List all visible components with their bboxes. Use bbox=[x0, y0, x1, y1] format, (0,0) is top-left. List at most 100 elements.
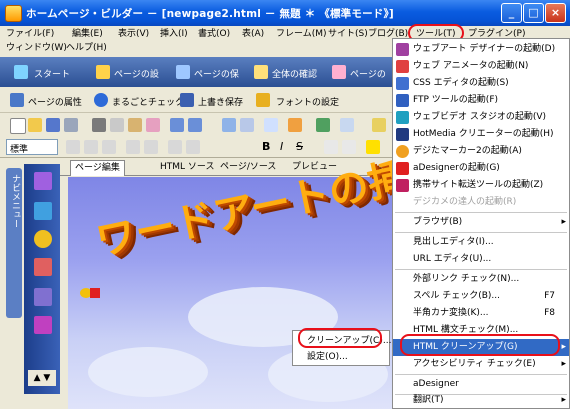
minimize-button[interactable]: _ bbox=[501, 3, 522, 23]
menu-item-mobile-transfer[interactable]: 携帯サイト転送ツールの起動(Z) bbox=[393, 177, 569, 194]
menu-separator bbox=[395, 232, 567, 233]
nav-people-icon[interactable] bbox=[34, 202, 52, 220]
nav-link-icon[interactable] bbox=[34, 230, 52, 248]
nav-icon-panel: ▲ ▼ bbox=[24, 164, 60, 394]
menu-insert[interactable]: 挿入(I) bbox=[160, 26, 188, 39]
menu-item-external-link-check[interactable]: 外部リンク チェック(N)... bbox=[393, 271, 569, 288]
nav-gallery-icon[interactable] bbox=[34, 258, 52, 276]
nav-scroll-arrows[interactable]: ▲ ▼ bbox=[28, 370, 56, 386]
format-painter-icon[interactable] bbox=[146, 118, 160, 132]
animator-icon bbox=[396, 60, 409, 73]
full-check-button[interactable]: まるごとチェック bbox=[112, 95, 184, 108]
ftp-icon bbox=[396, 94, 409, 107]
list-icon[interactable] bbox=[126, 140, 140, 154]
menu-item-browser[interactable]: ブラウザ(B) ▸ bbox=[393, 214, 569, 231]
link-icon[interactable] bbox=[264, 118, 278, 132]
style-select-value: 標準 bbox=[10, 145, 29, 155]
menu-item-spell-check[interactable]: スペル チェック(B)... F7 bbox=[393, 288, 569, 305]
menu-item-heading-editor[interactable]: 見出しエディタ(I)... bbox=[393, 234, 569, 251]
outdent-icon[interactable] bbox=[186, 140, 200, 154]
align-right-icon[interactable] bbox=[102, 140, 116, 154]
start-icon bbox=[14, 65, 28, 79]
align-center-icon[interactable] bbox=[84, 140, 98, 154]
cleanup-settings-item[interactable]: 設定(O)... bbox=[293, 349, 389, 365]
menu-separator bbox=[395, 374, 567, 375]
nav-wizard-icon[interactable] bbox=[34, 172, 52, 190]
menu-item-css-editor[interactable]: CSS エディタの起動(S) bbox=[393, 75, 569, 92]
new-icon[interactable] bbox=[10, 118, 26, 134]
image-icon[interactable] bbox=[222, 118, 236, 132]
style-select[interactable]: 標準 bbox=[6, 139, 58, 155]
menu-item-adesigner[interactable]: aDesigner bbox=[393, 376, 569, 393]
numbered-list-icon[interactable] bbox=[144, 140, 158, 154]
menu-item-adesigner-launch[interactable]: aDesignerの起動(G) bbox=[393, 160, 569, 177]
font-size-up-icon[interactable] bbox=[324, 140, 338, 154]
nav-menu-tab[interactable]: ナビメニュー bbox=[6, 168, 22, 318]
tab-page-edit[interactable]: ページ編集 bbox=[70, 160, 125, 176]
object-icon[interactable] bbox=[288, 118, 302, 132]
menu-item-animator[interactable]: ウェブ アニメータの起動(N) bbox=[393, 58, 569, 75]
html-cleanup-highlight bbox=[400, 334, 560, 356]
menu-item-video[interactable]: ウェブビデオ スタジオの起動(V) bbox=[393, 109, 569, 126]
menu-item-accessibility-check[interactable]: アクセシビリティ チェック(E) ▸ bbox=[393, 356, 569, 373]
print-icon[interactable] bbox=[64, 118, 78, 132]
indent-icon[interactable] bbox=[168, 140, 182, 154]
overwrite-save-button[interactable]: 上書き保存 bbox=[198, 95, 243, 108]
mobile-icon bbox=[396, 179, 409, 192]
overall-check-button[interactable]: 全体の確認 bbox=[272, 67, 317, 80]
menu-file[interactable]: ファイル(F) bbox=[6, 26, 54, 39]
window-title: ホームページ・ビルダー － [newpage2.html － 無題 ＊ 《標準モ… bbox=[26, 8, 394, 20]
bold-icon[interactable]: B bbox=[262, 140, 270, 153]
tab-html-source[interactable]: HTML ソース bbox=[160, 160, 214, 175]
cut-icon[interactable] bbox=[92, 118, 106, 132]
overall-check-icon bbox=[254, 65, 268, 79]
strike-icon[interactable]: S bbox=[296, 140, 303, 153]
save-icon[interactable] bbox=[46, 118, 60, 132]
close-button[interactable]: × bbox=[545, 3, 566, 23]
app-icon bbox=[5, 5, 22, 22]
tab-page-edit-label: ページ編集 bbox=[75, 163, 120, 173]
nav-art-icon[interactable] bbox=[34, 288, 52, 306]
cleanup-highlight bbox=[298, 328, 382, 348]
menu-item-url-editor[interactable]: URL エディタ(U)... bbox=[393, 251, 569, 268]
menu-frame[interactable]: フレーム(M) bbox=[276, 26, 327, 39]
layout-icon[interactable] bbox=[340, 118, 354, 132]
font-size-down-icon[interactable] bbox=[342, 140, 356, 154]
redo-icon[interactable] bbox=[188, 118, 202, 132]
menu-item-ftp[interactable]: FTP ツールの起動(F) bbox=[393, 92, 569, 109]
copy-icon[interactable] bbox=[110, 118, 124, 132]
font-settings-button[interactable]: フォントの設定 bbox=[276, 95, 339, 108]
menu-help[interactable]: ヘルプ(H) bbox=[66, 40, 107, 53]
nav-template-icon[interactable] bbox=[34, 316, 52, 334]
page-setup-button[interactable]: ページの設 bbox=[114, 67, 159, 80]
menu-item-translate[interactable]: 翻訳(T) ▸ bbox=[393, 392, 569, 409]
align-left-icon[interactable] bbox=[66, 140, 80, 154]
marker-tool-icon[interactable] bbox=[372, 118, 386, 132]
full-check-icon bbox=[94, 93, 108, 107]
page-button[interactable]: ページの bbox=[350, 67, 386, 80]
maximize-button[interactable]: □ bbox=[523, 3, 544, 23]
open-icon[interactable] bbox=[28, 118, 42, 132]
menu-item-marker[interactable]: デジたマーカー2の起動(A) bbox=[393, 143, 569, 160]
menu-site[interactable]: サイト(S) bbox=[328, 26, 368, 39]
font-settings-icon bbox=[256, 93, 270, 107]
page-properties-button[interactable]: ページの属性 bbox=[28, 95, 82, 108]
italic-icon[interactable]: I bbox=[280, 140, 283, 153]
table-icon[interactable] bbox=[240, 118, 254, 132]
form-icon[interactable] bbox=[316, 118, 330, 132]
menu-item-kana-convert[interactable]: 半角カナ変換(K)... F8 bbox=[393, 305, 569, 322]
menu-item-hotmedia[interactable]: HotMedia クリエーターの起動(H) bbox=[393, 126, 569, 143]
start-button[interactable]: スタート bbox=[34, 67, 70, 80]
paste-icon[interactable] bbox=[128, 118, 142, 132]
menu-item-webart[interactable]: ウェブアート デザイナーの起動(D) bbox=[393, 41, 569, 58]
menu-edit[interactable]: 編集(E) bbox=[72, 26, 103, 39]
page-save-button[interactable]: ページの保 bbox=[194, 67, 239, 80]
page-save-icon bbox=[176, 65, 190, 79]
menu-format[interactable]: 書式(O) bbox=[198, 26, 230, 39]
menu-window[interactable]: ウィンドウ(W) bbox=[6, 40, 67, 53]
page-setup-icon bbox=[96, 65, 110, 79]
menu-view[interactable]: 表示(V) bbox=[118, 26, 149, 39]
main-toolbar: スタート ページの設 ページの保 全体の確認 ページの bbox=[0, 57, 392, 87]
undo-icon[interactable] bbox=[170, 118, 184, 132]
menu-table[interactable]: 表(A) bbox=[242, 26, 264, 39]
